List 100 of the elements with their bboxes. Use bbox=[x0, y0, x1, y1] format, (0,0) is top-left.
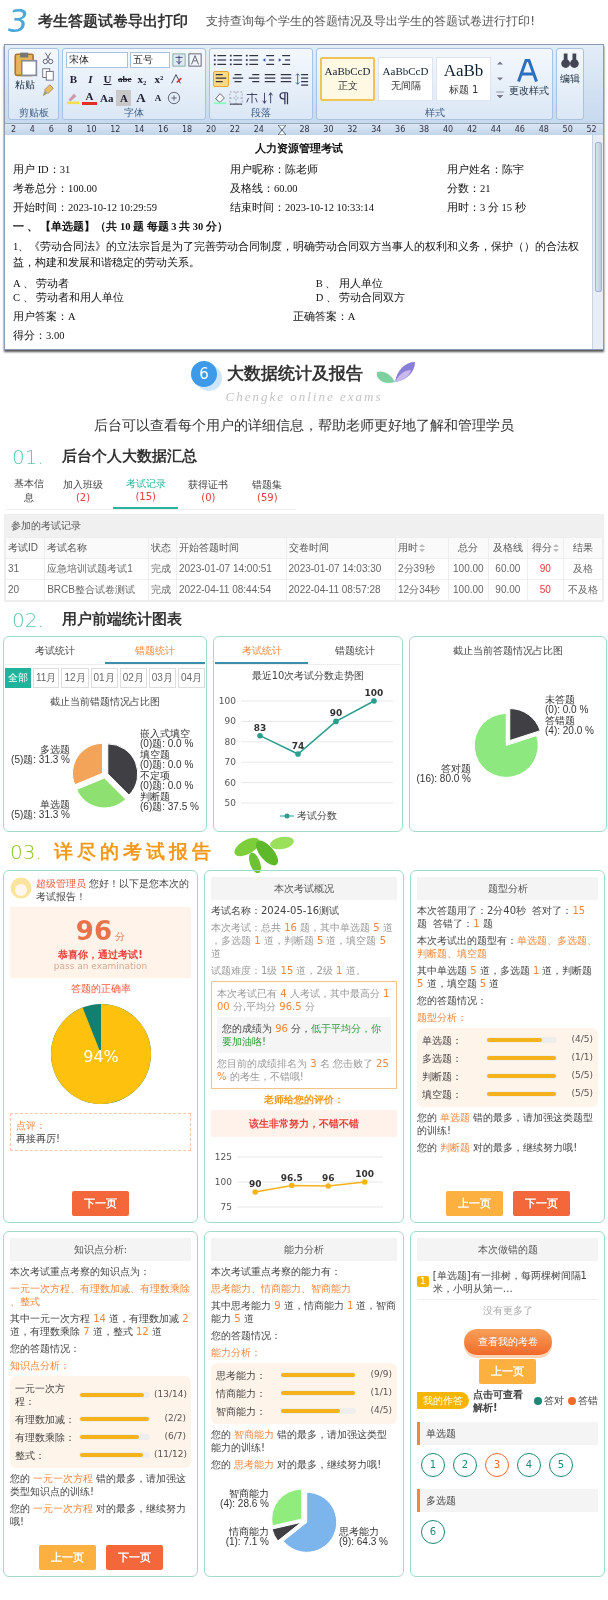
bullet-list-icon[interactable] bbox=[213, 52, 227, 67]
slice-label: 情商能力 (1): 7.1 % bbox=[225, 1525, 269, 1547]
progress-reading: (11/12) bbox=[154, 1449, 186, 1461]
format-button[interactable]: A bbox=[150, 89, 166, 106]
indent-marker-icon[interactable] bbox=[277, 124, 286, 135]
format-button[interactable]: abe bbox=[117, 70, 133, 87]
axis-tick-label: 70 bbox=[224, 756, 236, 767]
remark-text: 您的 一元一次方程 错的最多，请加强这类型知识点的训练! bbox=[10, 1471, 188, 1498]
table-cell: 20 bbox=[5, 579, 45, 601]
multilevel-list-icon[interactable] bbox=[245, 52, 259, 67]
format-button[interactable]: x² bbox=[151, 70, 167, 87]
axis-tick-label: 90 bbox=[224, 715, 236, 726]
ruler-number: 40 bbox=[442, 125, 454, 134]
tab[interactable]: 错题集 (59) bbox=[238, 472, 296, 509]
question-number[interactable]: 4 bbox=[517, 1452, 541, 1477]
axis-tick-label: 125 bbox=[214, 1151, 232, 1162]
ruler-number: 46 bbox=[514, 125, 525, 134]
format-button[interactable]: I bbox=[83, 70, 98, 87]
ruler-number: 28 bbox=[299, 125, 310, 134]
info-text: 您的答题情况： bbox=[417, 993, 488, 1007]
group-header: 单选题 bbox=[417, 1421, 598, 1445]
progress-label: 单选题： bbox=[422, 1033, 463, 1047]
table-cell: 90 bbox=[527, 558, 564, 580]
tab[interactable]: 考试记录 (15) bbox=[113, 472, 179, 509]
section-subtitle: 支持查询每个学生的答题情况及导出学生的答题试卷进行打印! bbox=[206, 12, 536, 30]
group-label: 字体 bbox=[123, 106, 145, 119]
question-number[interactable]: 5 bbox=[549, 1452, 573, 1477]
format-button[interactable]: U bbox=[100, 70, 115, 87]
filter-button[interactable]: 04月 bbox=[177, 667, 205, 688]
filter-button[interactable]: 02月 bbox=[119, 667, 147, 688]
tab[interactable]: 考试统计 bbox=[5, 639, 105, 664]
format-button[interactable]: A bbox=[116, 89, 132, 106]
filter-button[interactable]: 03月 bbox=[148, 667, 176, 688]
pass-message: 恭喜你，通过考试! bbox=[57, 948, 144, 962]
filter-button[interactable]: 11月 bbox=[33, 667, 60, 688]
ruler-number: 50 bbox=[562, 125, 573, 134]
brush-icon[interactable] bbox=[41, 83, 55, 97]
column-header[interactable]: 得分 bbox=[527, 537, 564, 559]
scrollbar[interactable] bbox=[592, 135, 603, 349]
sort-icon[interactable] bbox=[261, 90, 275, 105]
info-text: 您的答题情况： bbox=[211, 1328, 282, 1342]
paragraph-mark-icon[interactable] bbox=[277, 90, 291, 105]
card-header: 题型分析 bbox=[417, 876, 598, 900]
ruler-number: 52 bbox=[586, 125, 597, 134]
card-header: 本次考试概况 bbox=[211, 876, 397, 900]
style-tile[interactable]: AaBbCcD 无间隔 bbox=[378, 56, 433, 101]
change-styles-button[interactable]: 更改样式 bbox=[509, 59, 549, 98]
format-button[interactable]: B bbox=[66, 70, 81, 87]
question-text[interactable]: [单选题]有一排树，每两棵树间隔1米，小明从第一… bbox=[432, 1268, 598, 1295]
format-button[interactable]: x₂ bbox=[134, 70, 150, 87]
question-number[interactable]: 6 bbox=[421, 1519, 445, 1544]
tab[interactable]: 加入班级 (2) bbox=[52, 472, 114, 509]
tab[interactable]: 基本信息 bbox=[6, 472, 53, 509]
remark-text: 您的 判断题 对的最多，继续努力哦! bbox=[417, 1140, 579, 1154]
axis-tick-label: 100 bbox=[218, 695, 236, 706]
clipboard-icon bbox=[12, 51, 38, 77]
line-spacing-icon[interactable] bbox=[295, 71, 309, 86]
section-heading: 一 、 【单选题】（共 10 题 每题 3 共 30 分） bbox=[13, 220, 229, 234]
clear-format-icon[interactable] bbox=[168, 71, 183, 86]
scissors-icon[interactable] bbox=[41, 51, 55, 65]
character-border-icon[interactable] bbox=[188, 52, 202, 67]
filter-button[interactable]: 12月 bbox=[61, 667, 89, 688]
document-title: 人力资源管理考试 bbox=[253, 141, 344, 156]
numbered-list-icon[interactable] bbox=[229, 52, 243, 67]
decrease-indent-icon[interactable] bbox=[261, 52, 275, 67]
format-button[interactable]: A bbox=[82, 90, 97, 105]
progress-label: 多选题： bbox=[422, 1051, 463, 1065]
chart-title: 截止当前答题情况占比图 bbox=[453, 643, 563, 658]
paste-button[interactable]: 粘贴 bbox=[12, 51, 38, 106]
axis-tick-label: 80 bbox=[224, 736, 236, 747]
group-header: 多选题 bbox=[417, 1488, 598, 1512]
question-number[interactable]: 1 bbox=[421, 1452, 445, 1477]
borders-icon[interactable] bbox=[229, 90, 243, 105]
ruler-number: 6 bbox=[48, 125, 54, 134]
question-number[interactable]: 2 bbox=[453, 1452, 477, 1477]
increase-indent-icon[interactable] bbox=[277, 52, 291, 67]
user-answer: 用户答案：A bbox=[13, 309, 77, 324]
tab[interactable]: 获得证书 (0) bbox=[178, 472, 239, 509]
format-button[interactable]: Aa bbox=[99, 89, 115, 106]
slice-label: 填空题 (0)题: 0.0 % bbox=[140, 748, 194, 770]
editing-button[interactable]: 编辑 bbox=[560, 51, 580, 119]
align-button[interactable] bbox=[213, 70, 229, 87]
format-button[interactable]: A bbox=[133, 89, 149, 106]
table-cell: 12分34秒 bbox=[395, 579, 449, 601]
section-number: 02. bbox=[12, 607, 44, 632]
enclose-character-icon[interactable] bbox=[167, 90, 182, 105]
style-tile[interactable]: AaBb 标题 1 bbox=[436, 56, 491, 101]
font-name-field[interactable]: 宋体 bbox=[66, 51, 128, 68]
table-cell: 60.00 bbox=[488, 558, 528, 580]
filter-button[interactable]: 01月 bbox=[90, 667, 118, 688]
table-cell: 90.00 bbox=[488, 579, 528, 601]
font-size-field[interactable]: 五号 bbox=[130, 51, 170, 68]
style-tile[interactable]: AaBbCcD 正文 bbox=[320, 56, 375, 101]
copy-icon[interactable] bbox=[41, 67, 55, 81]
info-text: 考试名称：2024-05-16测试 bbox=[211, 903, 341, 917]
card-header: 本次做错的题 bbox=[417, 1237, 598, 1261]
chart-title: 答题的正确率 bbox=[69, 982, 132, 995]
column-header[interactable]: 用时 bbox=[395, 537, 449, 559]
tab[interactable]: 错题统计 bbox=[308, 639, 401, 664]
ruler-number: 48 bbox=[538, 125, 549, 134]
